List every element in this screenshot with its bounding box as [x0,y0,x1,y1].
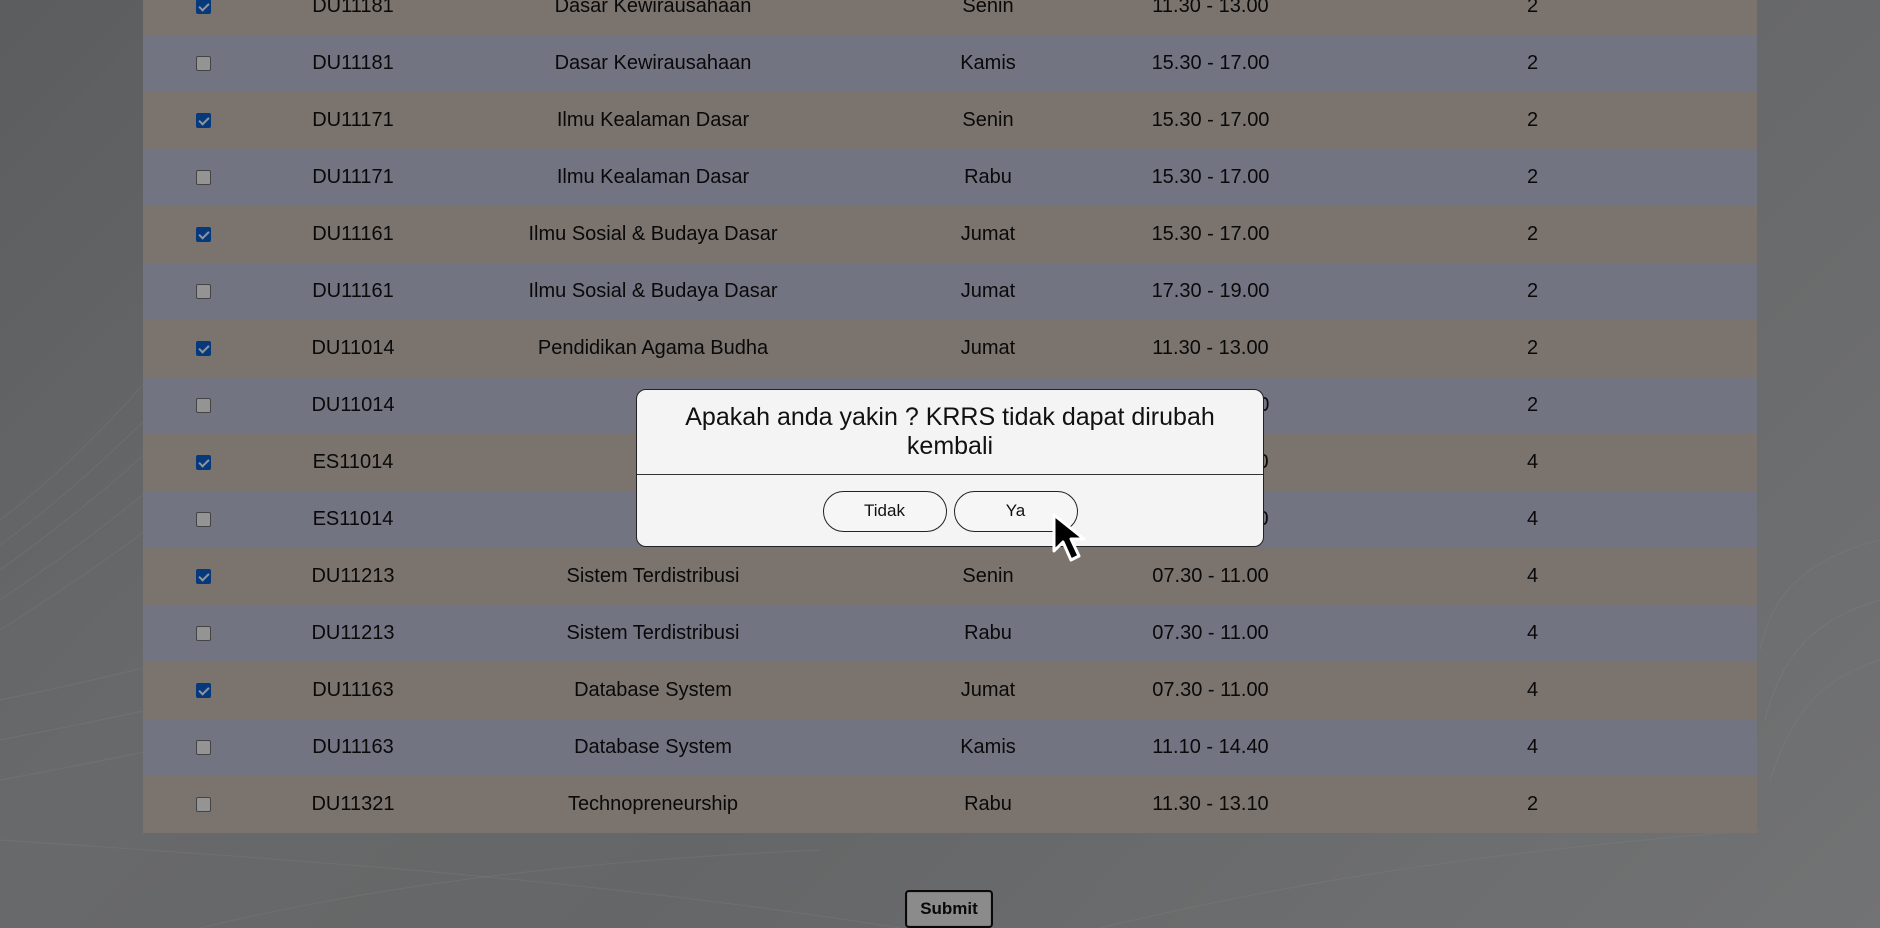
mouse-pointer-icon [1052,513,1086,562]
confirm-dialog: Apakah anda yakin ? KRRS tidak dapat dir… [636,389,1264,547]
cancel-button[interactable]: Tidak [822,490,947,532]
dialog-actions: Tidak Ya [637,475,1263,546]
dialog-message: Apakah anda yakin ? KRRS tidak dapat dir… [637,390,1263,475]
